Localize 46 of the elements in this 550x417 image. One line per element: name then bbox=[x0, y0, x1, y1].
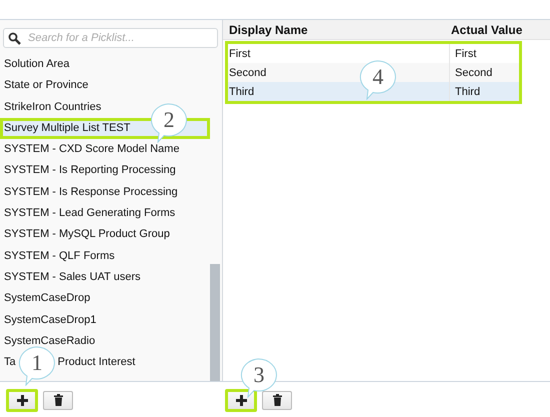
add-button[interactable] bbox=[225, 388, 257, 412]
item-label: Survey Multiple List TEST bbox=[4, 122, 130, 134]
item-label: SYSTEM - Lead Generating Forms bbox=[4, 207, 176, 220]
item-label: SystemCaseDrop bbox=[4, 292, 90, 304]
item-label: SYSTEM - MySQL Product Group bbox=[4, 228, 170, 240]
delete-button[interactable] bbox=[262, 390, 292, 410]
item-label: SYSTEM - CXD Score Model Name bbox=[4, 143, 180, 156]
item-label[interactable]: Product Interest bbox=[58, 356, 136, 368]
scrollbar-thumb[interactable] bbox=[210, 264, 220, 381]
picklist-item[interactable]: SYSTEM - Is Response Processing bbox=[0, 182, 210, 204]
callout-tooltip: 1 bbox=[16, 346, 58, 386]
column-header[interactable]: Actual Value bbox=[446, 22, 550, 36]
trash-icon bbox=[54, 394, 62, 406]
item-label: SystemCaseDrop1 bbox=[4, 314, 96, 326]
callout-tooltip: 3 bbox=[238, 358, 280, 398]
picklist-item[interactable]: SYSTEM - Is Reporting Processing bbox=[0, 160, 210, 182]
picklist-item[interactable]: SYSTEM - MySQL Product Group bbox=[0, 224, 210, 246]
item-label: State or Province bbox=[4, 79, 88, 92]
picklist-item[interactable]: SYSTEM - QLF Forms bbox=[0, 246, 210, 267]
picklist-item[interactable]: Solution Area bbox=[0, 54, 210, 76]
plus-icon bbox=[236, 394, 246, 406]
picklist-item[interactable]: SystemCaseDrop bbox=[0, 288, 210, 310]
item-label: SYSTEM - Is Reporting Processing bbox=[4, 164, 176, 176]
callout-tooltip: 4 bbox=[357, 60, 399, 100]
item-label[interactable]: Ta bbox=[4, 356, 16, 368]
table-cell-text: Third bbox=[454, 86, 482, 98]
column-header[interactable]: Display Name bbox=[223, 22, 446, 36]
plus-icon bbox=[16, 394, 28, 406]
item-label: SYSTEM - QLF Forms bbox=[4, 250, 115, 262]
item-label: StrikeIron Countries bbox=[4, 100, 102, 113]
add-button[interactable] bbox=[6, 388, 38, 412]
table-cell-text: First bbox=[454, 48, 478, 60]
picklist-item[interactable]: SYSTEM - Sales UAT users bbox=[0, 266, 210, 288]
search-field[interactable]: Search for a Picklist... bbox=[3, 28, 218, 48]
search-icon bbox=[8, 32, 21, 45]
item-label: SystemCaseRadio bbox=[4, 334, 96, 347]
picklist-item[interactable]: SYSTEM - Lead Generating Forms bbox=[0, 203, 210, 224]
delete-button[interactable] bbox=[43, 390, 73, 410]
item-label: SYSTEM - Is Response Processing bbox=[4, 186, 178, 198]
trash-icon bbox=[272, 394, 282, 406]
item-label: Solution Area bbox=[4, 58, 70, 70]
table-cell-text: Second bbox=[454, 66, 494, 78]
item-label: SYSTEM - Sales UAT users bbox=[4, 270, 141, 283]
picklist-item[interactable]: State or Province bbox=[0, 75, 210, 97]
picklist-item[interactable]: SystemCaseDrop1 bbox=[0, 310, 210, 331]
callout-tooltip: 2 bbox=[148, 103, 190, 143]
